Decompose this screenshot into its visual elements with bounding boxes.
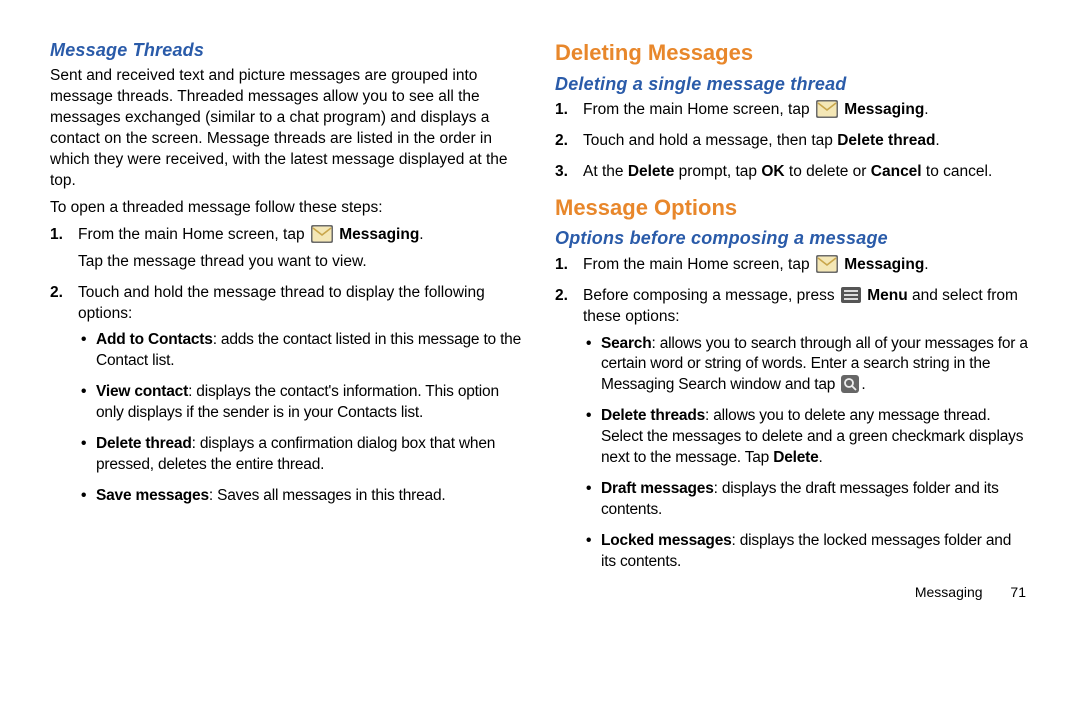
option-locked-messages: Locked messages: displays the locked mes…	[601, 531, 1030, 573]
threads-steps: From the main Home screen, tap Messaging…	[50, 225, 525, 507]
step-1: From the main Home screen, tap Messaging…	[78, 225, 525, 273]
opt-step-1: From the main Home screen, tap Messaging…	[583, 255, 1030, 276]
footer-section: Messaging	[915, 584, 983, 600]
step-2: Touch and hold the message thread to dis…	[78, 283, 525, 507]
heading-deleting-single-thread: Deleting a single message thread	[555, 72, 1030, 96]
option-delete-thread: Delete thread: displays a confirmation d…	[96, 434, 525, 476]
thread-options: Add to Contacts: adds the contact listed…	[78, 330, 525, 506]
delete-thread-steps: From the main Home screen, tap Messaging…	[555, 100, 1030, 183]
options-steps: From the main Home screen, tap Messaging…	[555, 255, 1030, 573]
compose-options: Search: allows you to search through all…	[583, 334, 1030, 573]
option-save-messages: Save messages: Saves all messages in thi…	[96, 486, 525, 507]
search-icon	[841, 375, 859, 393]
left-column: Message Threads Sent and received text a…	[50, 38, 525, 602]
manual-page: Message Threads Sent and received text a…	[0, 0, 1080, 622]
page-number: 71	[1010, 584, 1026, 600]
option-search: Search: allows you to search through all…	[601, 334, 1030, 397]
heading-deleting-messages: Deleting Messages	[555, 38, 1030, 68]
option-draft-messages: Draft messages: displays the draft messa…	[601, 479, 1030, 521]
heading-options-before-composing: Options before composing a message	[555, 226, 1030, 250]
heading-message-options: Message Options	[555, 193, 1030, 223]
opt-step-2: Before composing a message, press Menu a…	[583, 286, 1030, 573]
option-add-to-contacts: Add to Contacts: adds the contact listed…	[96, 330, 525, 372]
intro-paragraph: Sent and received text and picture messa…	[50, 66, 525, 192]
del-step-3: At the Delete prompt, tap OK to delete o…	[583, 162, 1030, 183]
page-footer: Messaging 71	[555, 583, 1030, 602]
messaging-icon	[816, 100, 838, 118]
option-view-contact: View contact: displays the contact's inf…	[96, 382, 525, 424]
menu-icon	[841, 287, 861, 303]
messaging-icon	[816, 255, 838, 273]
open-instructions: To open a threaded message follow these …	[50, 198, 525, 219]
del-step-2: Touch and hold a message, then tap Delet…	[583, 131, 1030, 152]
del-step-1: From the main Home screen, tap Messaging…	[583, 100, 1030, 121]
option-delete-threads: Delete threads: allows you to delete any…	[601, 406, 1030, 469]
messaging-icon	[311, 225, 333, 243]
heading-message-threads: Message Threads	[50, 38, 525, 62]
right-column: Deleting Messages Deleting a single mess…	[555, 38, 1030, 602]
